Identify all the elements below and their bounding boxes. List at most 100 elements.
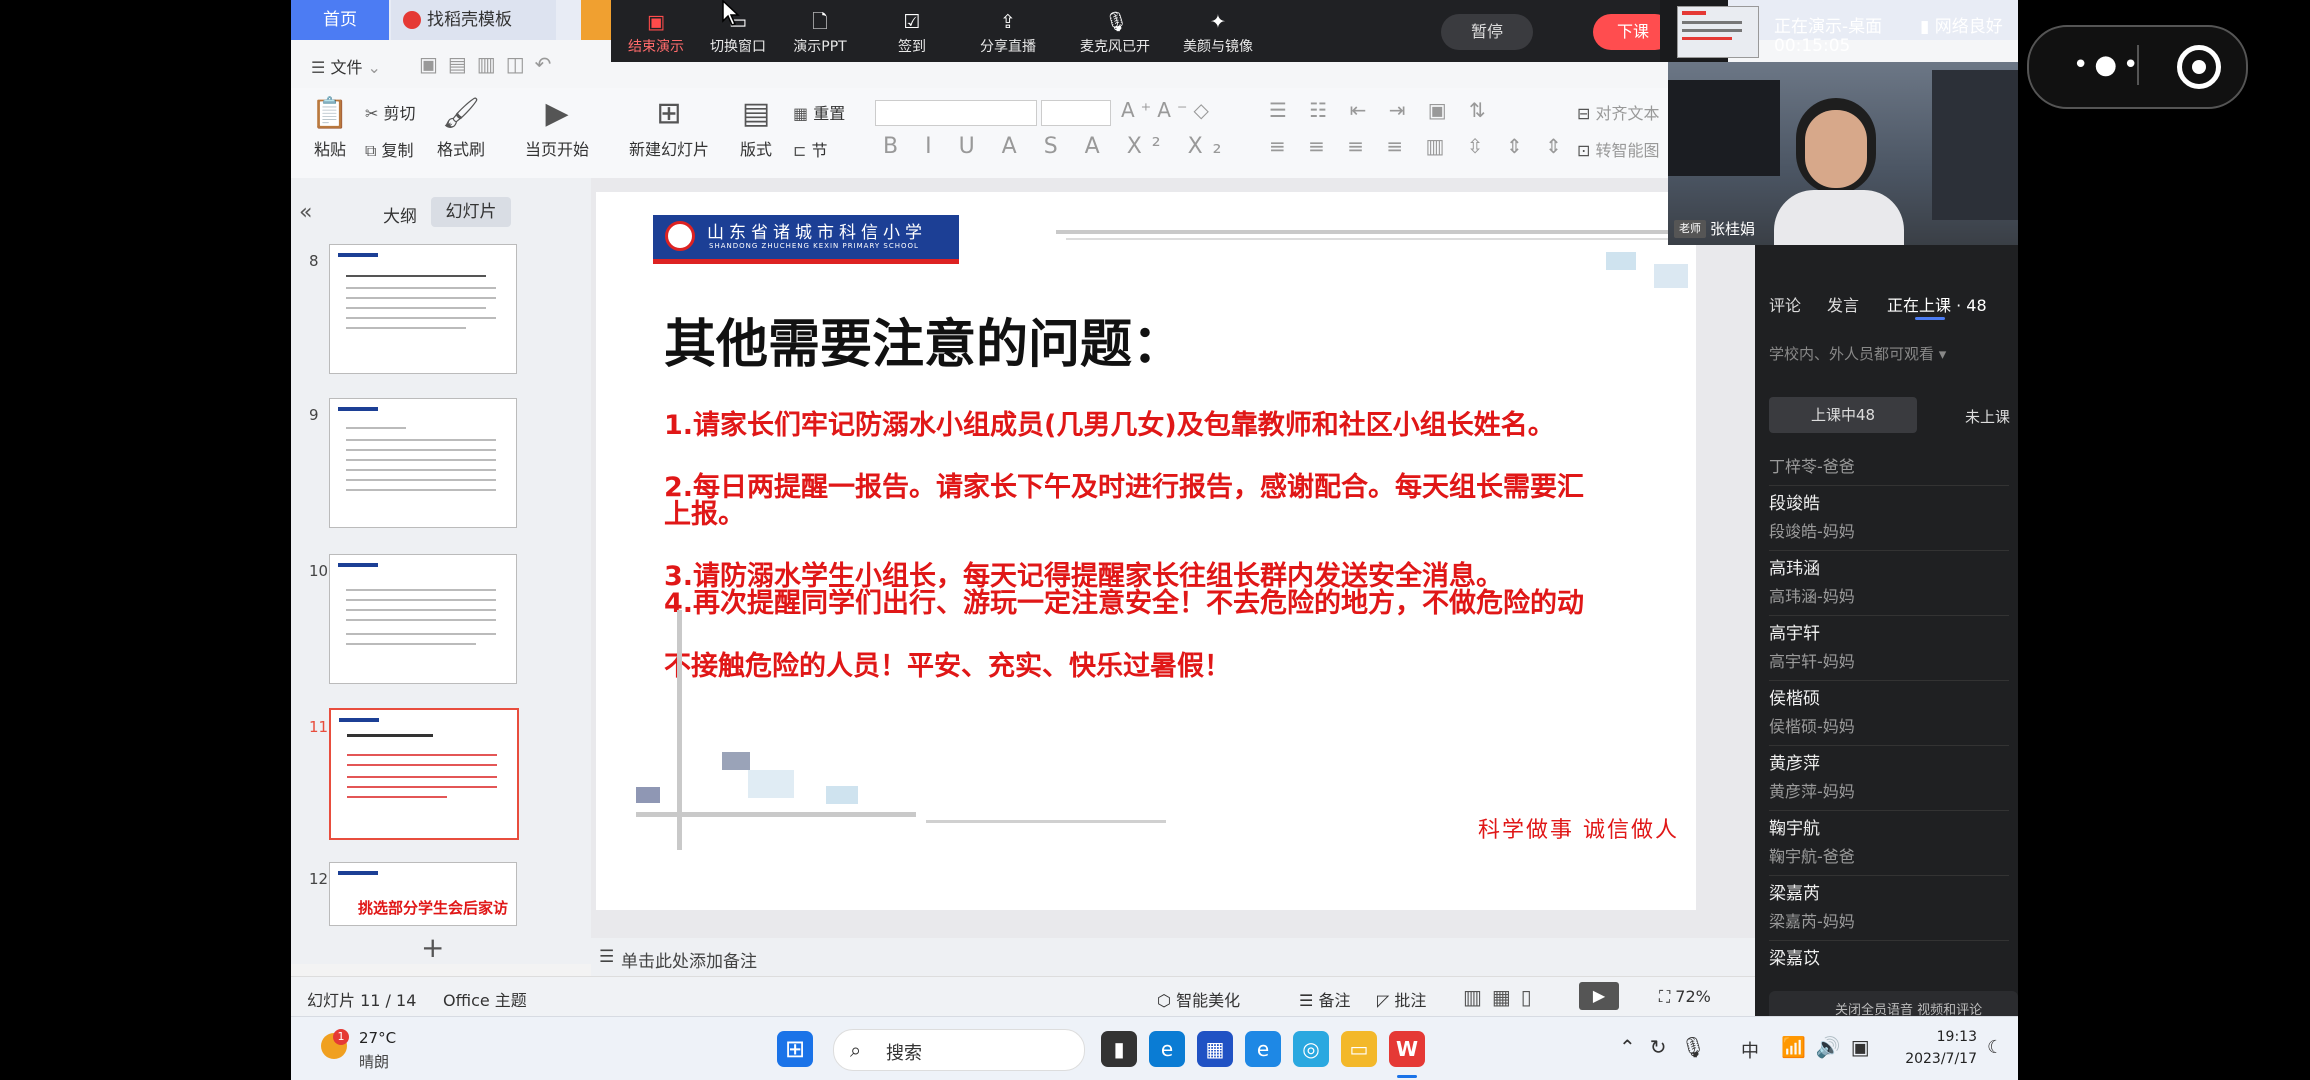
new-slide-button[interactable]: ⊞ 新建幻灯片	[621, 96, 717, 160]
mini-program-capsule: •●•	[2027, 25, 2248, 109]
layout-button[interactable]: ▤ 版式	[731, 96, 781, 160]
decor-line	[1056, 230, 1696, 234]
slide-thumb-9[interactable]	[329, 398, 517, 528]
current-slide[interactable]: 山东省诸城市科信小学 SHANDONG ZHUCHENG KEXIN PRIMA…	[596, 192, 1696, 910]
decor-block	[1654, 264, 1688, 288]
tab-comments[interactable]: 评论	[1769, 292, 1801, 316]
play-from-current-button[interactable]: ▶ 当页开始	[517, 96, 597, 160]
system-tray-icons[interactable]: ⌃↻🎙	[1619, 1035, 1720, 1059]
sign-in-button[interactable]: ☑ 签到	[867, 0, 957, 62]
scissors-icon: ✂	[365, 104, 379, 123]
font-size-select[interactable]	[1041, 100, 1111, 126]
capsule-divider	[2137, 45, 2139, 85]
subtab-in-class[interactable]: 上课中48	[1769, 397, 1917, 433]
notification-moon-icon[interactable]: ☾	[1987, 1037, 2003, 1058]
zoom-level[interactable]: ⛶ 72%	[1659, 987, 1711, 1007]
visibility-select[interactable]: 学校内、外人员都可观看 ▾	[1769, 343, 1946, 364]
align-tools[interactable]: ≡ ≡ ≡ ≡ ▥ ⇳ ⇕ ⇕	[1269, 134, 1570, 158]
notes-toggle-button[interactable]: ☰ 备注	[1299, 987, 1350, 1011]
search-icon: ⌕	[850, 1038, 862, 1062]
slide-thumb-10[interactable]	[329, 554, 517, 684]
paste-button[interactable]: 📋 粘贴	[305, 96, 355, 160]
layout-icon: ▤	[741, 96, 771, 131]
student-name: 侯楷硕	[1769, 689, 1820, 709]
student-item: 侯楷硕 侯楷硕-妈妈	[1769, 684, 2009, 746]
smart-beautify-button[interactable]: ⬡ 智能美化	[1157, 987, 1240, 1011]
tab-template[interactable]: 找稻壳模板	[391, 0, 556, 40]
taskbar-search[interactable]: ⌕ 搜索	[833, 1029, 1085, 1071]
paragraph-tools[interactable]: ☰ ☷ ⇤ ⇥ ▣ ⇅	[1269, 98, 1494, 122]
store-icon[interactable]: ▦	[1197, 1031, 1233, 1067]
ie-browser-icon[interactable]: e	[1245, 1031, 1281, 1067]
subtab-not-in-class[interactable]: 未上课	[1965, 406, 2010, 427]
cut-button[interactable]: ✂ 剪切	[365, 100, 416, 124]
tab-ppt-document[interactable]	[581, 0, 611, 40]
smart-graphic-icon: ⊡	[1577, 141, 1591, 160]
play-circle-icon: ▶	[545, 96, 569, 131]
hamburger-icon: ☰	[311, 58, 326, 77]
student-item: 丁梓苓-爸爸	[1769, 449, 2009, 486]
reset-button[interactable]: ▦ 重置	[793, 100, 845, 124]
pause-button[interactable]: 暂停	[1441, 14, 1533, 50]
copy-icon: ⧉	[365, 141, 377, 160]
reset-label: 重置	[813, 104, 846, 123]
chat-app-icon[interactable]: ◎	[1293, 1031, 1329, 1067]
file-menu[interactable]: ☰ 文件 ⌄	[311, 54, 381, 78]
microphone-button[interactable]: 🎙 麦克风已开	[1070, 0, 1160, 62]
ime-indicator[interactable]: 中	[1741, 1037, 1759, 1063]
visibility-label: 学校内、外人员都可观看	[1769, 345, 1935, 363]
student-name: 黄彦萍	[1769, 754, 1820, 774]
slide-thumb-12[interactable]: 挑选部分学生会后家访	[329, 862, 517, 926]
share-live-label: 分享直播	[980, 39, 1036, 55]
text-format-tools[interactable]: B I U A S A X² X₂	[883, 134, 1231, 159]
section-button[interactable]: ⊏ 节	[793, 137, 828, 161]
copy-label: 复制	[381, 141, 414, 160]
school-name-en: SHANDONG ZHUCHENG KEXIN PRIMARY SCHOOL	[709, 242, 919, 250]
network-volume-icons[interactable]: 📶🔊▣	[1781, 1035, 1880, 1059]
windows-start-icon[interactable]: ⊞	[777, 1031, 813, 1067]
tab-outline[interactable]: 大纲	[383, 202, 417, 227]
file-explorer-icon[interactable]: ▭	[1341, 1031, 1377, 1067]
format-painter-button[interactable]: 🖌 格式刷	[431, 96, 491, 160]
slide-thumb-8[interactable]	[329, 244, 517, 374]
copy-button[interactable]: ⧉ 复制	[365, 137, 414, 161]
more-dots-icon[interactable]: •●•	[2073, 51, 2144, 79]
decor-hline	[636, 812, 916, 817]
student-item: 黄彦萍 黄彦萍-妈妈	[1769, 749, 2009, 811]
sparkle-icon: ✦	[1210, 11, 1226, 33]
fit-icon: ⛶	[1659, 987, 1676, 1006]
tab-in-class[interactable]: 正在上课 · 48	[1887, 292, 1987, 316]
active-app-indicator	[1397, 1075, 1417, 1078]
mute-all-button[interactable]: 关闭全员语音 视频和评论	[1835, 999, 1982, 1018]
present-ppt-button[interactable]: 🗋 演示PPT	[775, 0, 865, 62]
close-target-icon[interactable]	[2177, 45, 2221, 89]
tab-home[interactable]: 首页	[291, 0, 389, 40]
task-view-icon[interactable]: ▮	[1101, 1031, 1137, 1067]
share-live-button[interactable]: ⇪ 分享直播	[963, 0, 1053, 62]
slideshow-play-icon[interactable]: ▶	[1579, 982, 1619, 1010]
student-parent: 高宇轩-妈妈	[1769, 652, 1855, 671]
align-text-button[interactable]: ⊟ 对齐文本	[1577, 100, 1660, 124]
clock-time: 19:13	[1936, 1029, 1977, 1045]
tab-slides[interactable]: 幻灯片	[431, 197, 511, 227]
collapse-panel-icon[interactable]: «	[299, 200, 312, 225]
font-size-tools[interactable]: A⁺A⁻◇	[1121, 98, 1215, 122]
tab-speak[interactable]: 发言	[1827, 292, 1859, 316]
slide-line-2: 2.每日两提醒一报告。请家长下午及时进行报告，感谢配合。每天组长需要汇	[664, 472, 1585, 503]
font-family-select[interactable]	[875, 100, 1037, 126]
comment-button[interactable]: ◸ 批注	[1377, 987, 1426, 1011]
slide-thumb-11[interactable]	[329, 708, 519, 840]
view-mode-icons[interactable]: ▥▦▯	[1463, 985, 1542, 1009]
slide-line-5: 不接触危险的人员！平安、充实、快乐过暑假！	[664, 651, 1231, 682]
smart-graphic-button[interactable]: ⊡ 转智能图	[1577, 137, 1660, 161]
beauty-mirror-button[interactable]: ✦ 美颜与镜像	[1173, 0, 1263, 62]
slide-line-2b: 上报。	[664, 499, 745, 530]
tv-screen-background	[1668, 80, 1780, 176]
quick-access-icons[interactable]: ▣▤▥◫↶	[419, 52, 561, 76]
clock-date: 2023/7/17	[1905, 1051, 1977, 1067]
checklist-icon: ☑	[903, 11, 921, 33]
end-presentation-button[interactable]: ▣ 结束演示	[611, 0, 701, 62]
add-slide-icon[interactable]: +	[421, 934, 444, 962]
wps-office-icon[interactable]: W	[1389, 1031, 1425, 1067]
edge-browser-icon[interactable]: e	[1149, 1031, 1185, 1067]
